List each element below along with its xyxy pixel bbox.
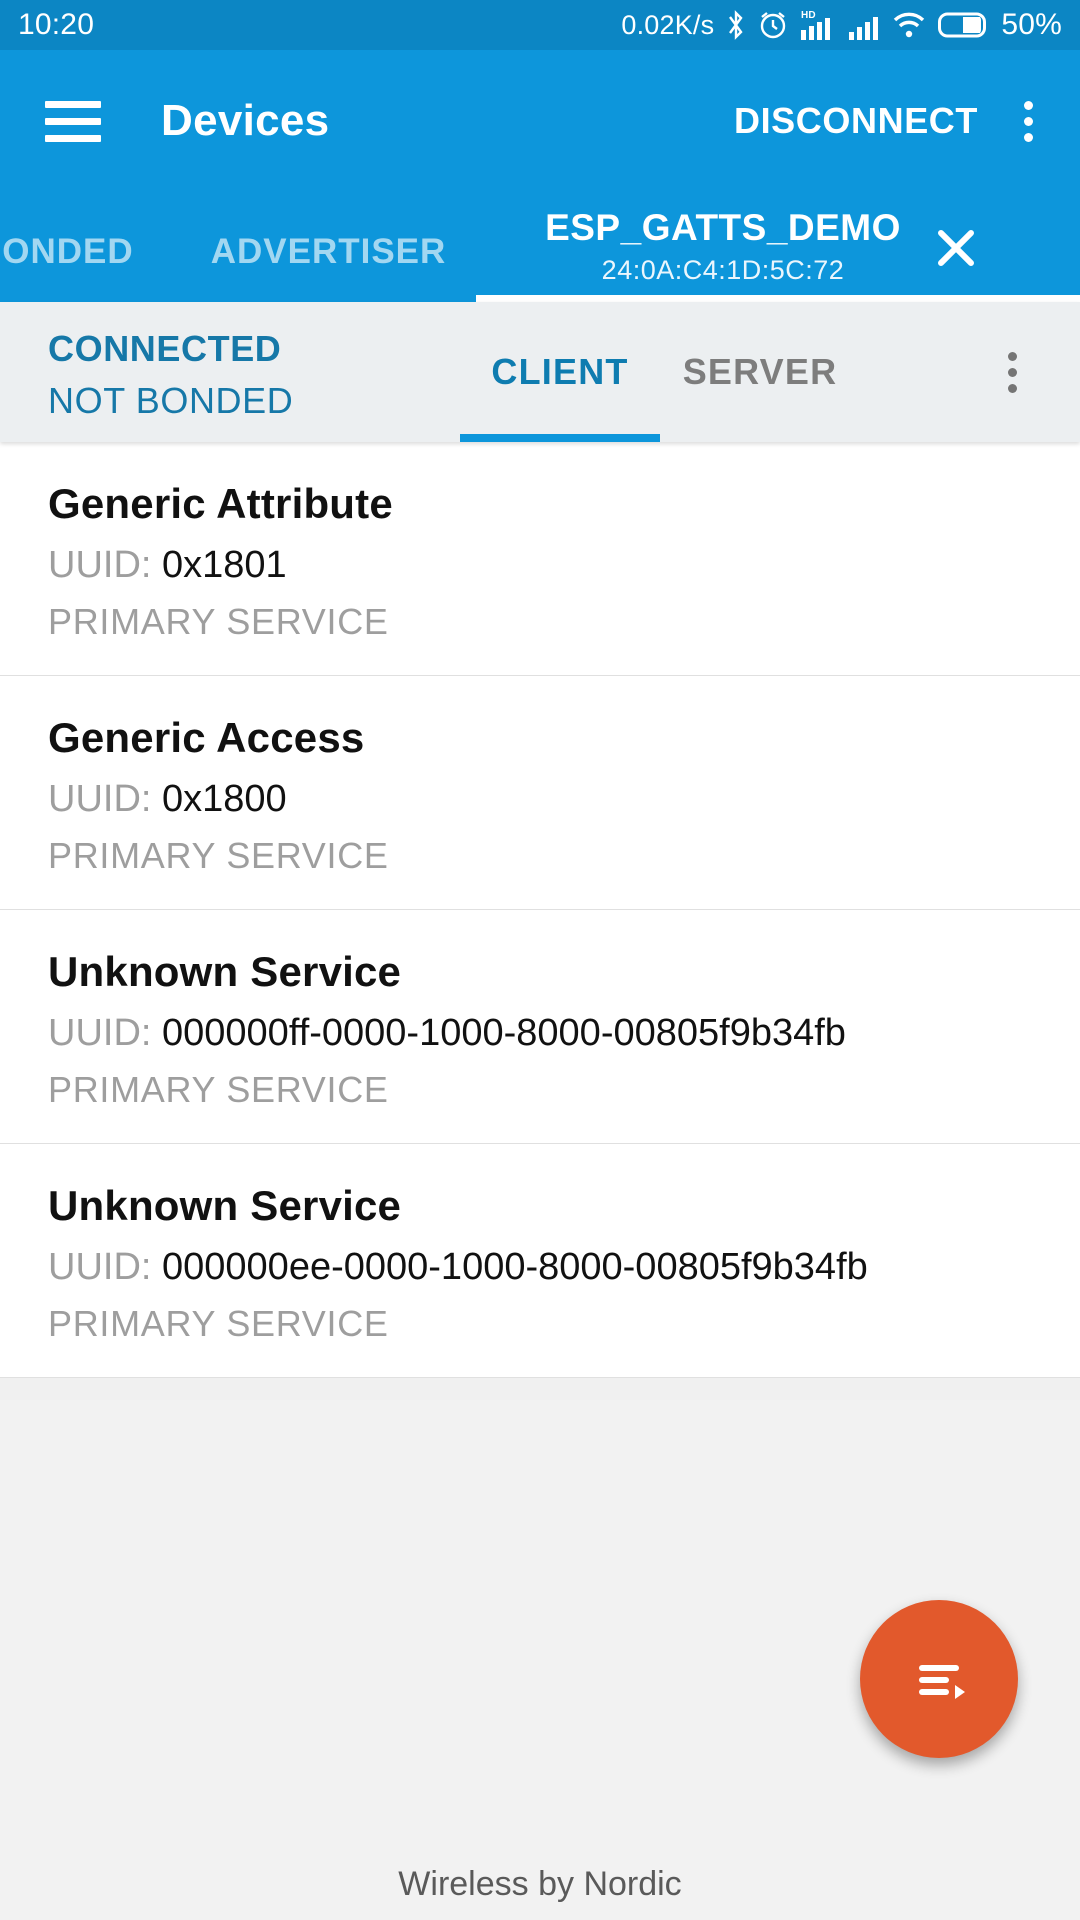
tab-server[interactable]: SERVER [660,302,860,442]
bond-state-label: NOT BONDED [48,380,294,421]
network-speed-label: 0.02K/s [621,9,715,40]
status-bar: 10:20 0.02K/s HD 50% [0,0,1080,50]
service-uuid-label: UUID: [48,778,152,820]
service-uuid: UUID: 0x1801 [48,544,1080,587]
app-screen: 10:20 0.02K/s HD 50% Devices DISCONNECT … [0,0,1080,1920]
app-bar-actions: DISCONNECT [734,93,1050,149]
svg-text:HD: HD [801,10,816,21]
service-uuid: UUID: 000000ff-0000-1000-8000-00805f9b34… [48,1012,1080,1055]
device-name: ESP_GATTS_DEMO [545,207,901,248]
service-name: Generic Attribute [48,480,393,527]
device-tab-bonded[interactable]: BONDED [0,232,181,302]
service-uuid-value: 0x1800 [162,778,287,820]
service-uuid-label: UUID: [48,1246,152,1288]
service-uuid: UUID: 0x1800 [48,778,1080,821]
service-type: PRIMARY SERVICE [48,1069,389,1110]
bottom-area: Wireless by Nordic [0,1400,1080,1920]
device-tab-esp-gatts-demo[interactable]: ESP_GATTS_DEMO 24:0A:C4:1D:5C:72 [476,209,1080,302]
list-item[interactable]: Unknown Service UUID: 000000ee-0000-1000… [0,1144,1080,1378]
service-uuid-label: UUID: [48,544,152,586]
client-server-tabs: CLIENT SERVER [460,302,1080,442]
alarm-icon [758,10,788,40]
status-bar-icons: 0.02K/s HD 50% [621,8,1062,42]
device-tab-labels: ESP_GATTS_DEMO 24:0A:C4:1D:5C:72 [545,209,901,286]
connection-state-label: CONNECTED [48,328,282,369]
service-uuid-value: 0x1801 [162,544,287,586]
tab-client-label: CLIENT [491,351,629,392]
device-tab-advertiser[interactable]: ADVERTISER [181,232,476,302]
tab-client-indicator [460,434,660,442]
bluetooth-icon [725,9,747,41]
service-type: PRIMARY SERVICE [48,601,389,642]
service-uuid-label: UUID: [48,1012,152,1054]
battery-icon [938,10,990,40]
service-uuid: UUID: 000000ee-0000-1000-8000-00805f9b34… [48,1246,1080,1289]
service-name: Unknown Service [48,1182,402,1229]
services-list: Generic Attribute UUID: 0x1801 PRIMARY S… [0,442,1080,1378]
list-item[interactable]: Generic Access UUID: 0x1800 PRIMARY SERV… [0,676,1080,910]
device-address: 24:0A:C4:1D:5C:72 [601,255,845,285]
hamburger-menu-icon[interactable] [45,100,101,142]
service-name: Unknown Service [48,948,402,995]
hd-signal-icon: HD [799,8,837,42]
disconnect-button[interactable]: DISCONNECT [734,100,978,142]
connection-status: CONNECTED NOT BONDED [0,302,460,442]
close-icon[interactable] [929,221,983,275]
battery-percent-label: 50% [1001,8,1062,41]
more-vertical-icon[interactable] [1006,93,1050,149]
service-name: Generic Access [48,714,365,761]
device-tab-bar: BONDED ADVERTISER ESP_GATTS_DEMO 24:0A:C… [0,192,1080,302]
service-type: PRIMARY SERVICE [48,1303,389,1344]
list-item[interactable]: Generic Attribute UUID: 0x1801 PRIMARY S… [0,442,1080,676]
wifi-icon [891,10,927,40]
status-bar-time: 10:20 [18,8,95,41]
service-uuid-value: 000000ee-0000-1000-8000-00805f9b34fb [162,1246,868,1288]
service-uuid-value: 000000ff-0000-1000-8000-00805f9b34fb [162,1012,846,1054]
device-tab-indicator [476,295,1080,302]
app-bar: Devices DISCONNECT [0,50,1080,192]
more-vertical-icon[interactable] [990,344,1034,400]
connection-bar: CONNECTED NOT BONDED CLIENT SERVER [0,302,1080,442]
service-type: PRIMARY SERVICE [48,835,389,876]
list-item[interactable]: Unknown Service UUID: 000000ff-0000-1000… [0,910,1080,1144]
tab-server-label: SERVER [682,351,838,392]
footer-label: Wireless by Nordic [398,1865,682,1903]
tab-client[interactable]: CLIENT [460,302,660,442]
log-list-icon[interactable] [860,1600,1018,1758]
page-title: Devices [161,96,330,145]
signal-icon [848,8,880,42]
